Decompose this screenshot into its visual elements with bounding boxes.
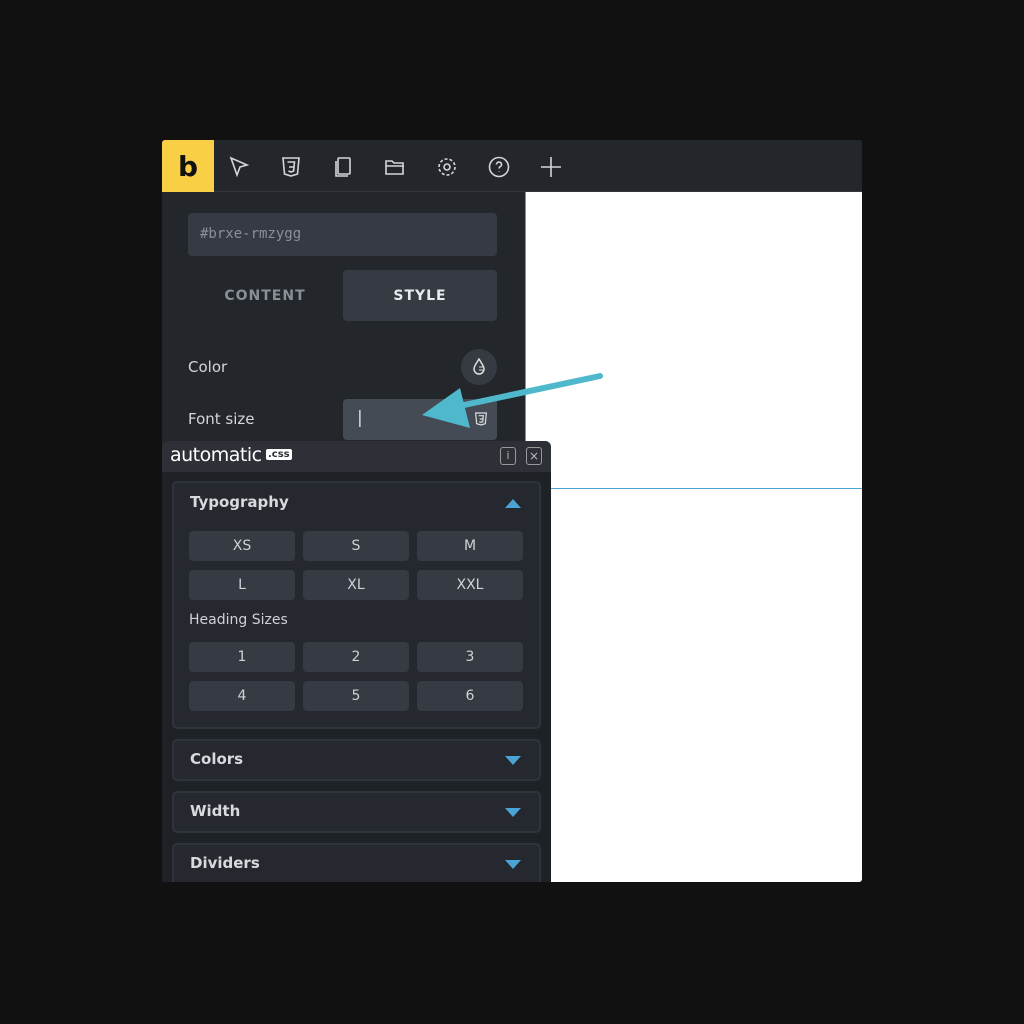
heading-button-6[interactable]: 6 (417, 681, 523, 711)
expand-icon[interactable] (505, 808, 521, 817)
heading-button-1[interactable]: 1 (189, 642, 295, 672)
close-icon[interactable]: × (526, 447, 542, 465)
typography-title[interactable]: Typography (190, 493, 289, 511)
width-section[interactable]: Width (172, 791, 541, 833)
size-button-xxl[interactable]: XXL (417, 570, 523, 600)
info-icon[interactable]: i (500, 447, 516, 465)
heading-button-2[interactable]: 2 (303, 642, 409, 672)
dividers-title: Dividers (190, 854, 260, 872)
size-button-l[interactable]: L (189, 570, 295, 600)
colors-section[interactable]: Colors (172, 739, 541, 781)
size-button-m[interactable]: M (417, 531, 523, 561)
expand-icon[interactable] (505, 860, 521, 869)
size-button-xs[interactable]: XS (189, 531, 295, 561)
heading-sizes-label: Heading Sizes (189, 612, 288, 628)
collapse-icon[interactable] (505, 499, 521, 508)
heading-button-4[interactable]: 4 (189, 681, 295, 711)
expand-icon[interactable] (505, 756, 521, 765)
acss-logo-badge: .css (266, 449, 292, 460)
acss-logo-text: automatic (170, 444, 262, 466)
size-button-xl[interactable]: XL (303, 570, 409, 600)
colors-title: Colors (190, 750, 244, 768)
dividers-section[interactable]: Dividers (172, 843, 541, 882)
acss-header[interactable]: automatic .css i × (162, 441, 551, 472)
heading-button-5[interactable]: 5 (303, 681, 409, 711)
heading-button-3[interactable]: 3 (417, 642, 523, 672)
typography-section: Typography XS S M L XL XXL Heading Sizes… (172, 481, 541, 729)
size-button-s[interactable]: S (303, 531, 409, 561)
width-title: Width (190, 802, 241, 820)
automatic-css-panel: automatic .css i × Typography XS S M L X… (162, 441, 551, 882)
